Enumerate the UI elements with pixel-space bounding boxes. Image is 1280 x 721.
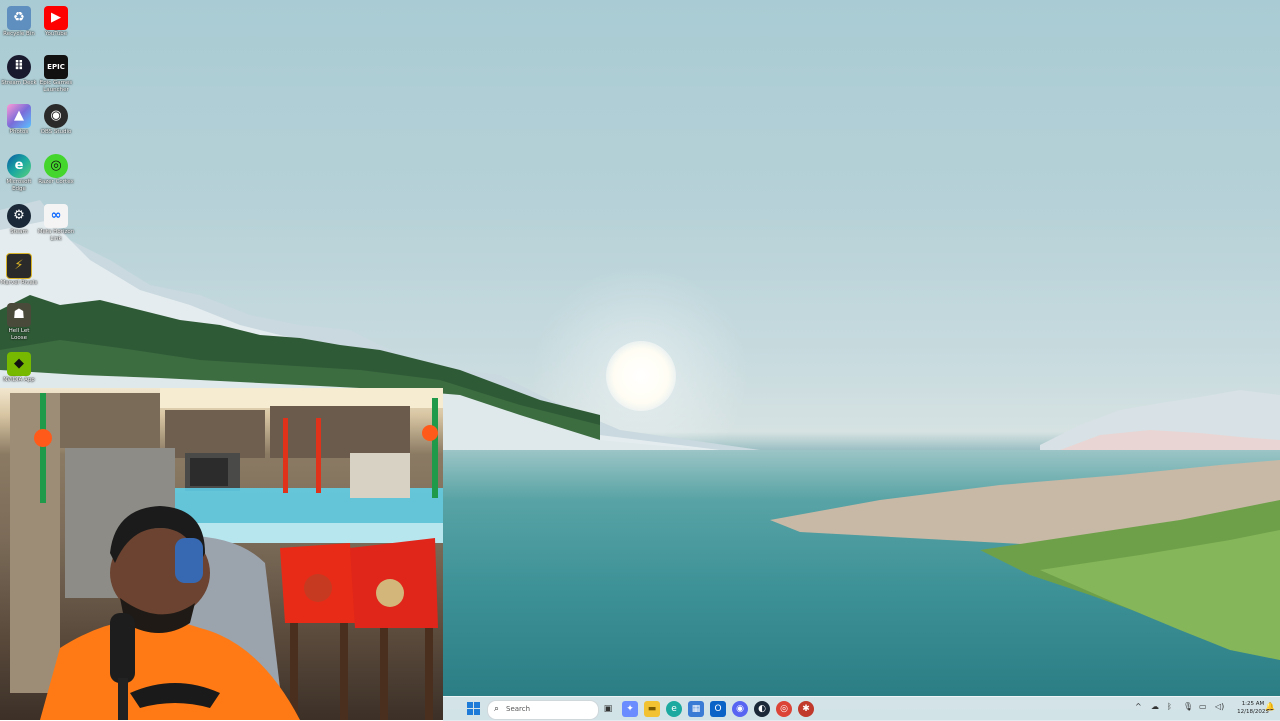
webcam-scene [10,388,443,720]
search-icon: ⌕ [494,704,500,714]
store-icon: ▦ [691,704,701,714]
steam-button[interactable]: ◐ [754,701,770,717]
desktop-icon-photos[interactable]: ▲ Photos [0,104,38,136]
microphone-icon[interactable]: 🎙 [1183,702,1193,711]
file-explorer-button[interactable]: ▬ [644,701,660,717]
outlook-icon: O [714,704,722,714]
extra-app-button[interactable]: ✱ [798,701,814,717]
task-view-button[interactable]: ▣ [600,701,616,717]
search-placeholder: Search [506,705,531,713]
photos-icon: ▲ [7,104,31,128]
desktop-icon-stream-deck[interactable]: ⠿ Stream Deck [0,55,38,87]
cloud-icon[interactable]: ☁ [1151,702,1159,711]
desktop-icon-razer-cortex[interactable]: ◎ Razer Cortex [37,154,75,186]
volume-icon[interactable]: ◁) [1215,702,1224,711]
desktop-icons: ♻ Recycle Bin ▶ YouTube ⠿ Stream Deck EP… [0,0,80,390]
nvidia-icon: ◆ [7,352,31,376]
taskbar-search[interactable]: ⌕ Search [487,700,599,720]
desktop-icon-nvidia[interactable]: ◆ NVIDIA App [0,352,38,384]
desktop-icon-edge[interactable]: e Microsoft Edge [0,154,38,193]
network-icon[interactable]: ▭ [1199,702,1207,711]
epic-games-icon: EPIC [44,55,68,79]
taskbar: ⌕ Search ▣ ✦ ▬ e ▦ O ◉ ◐ ◎ ✱ ^ ☁ ᛒ 🎙 ▭ ◁… [443,696,1280,721]
store-button[interactable]: ▦ [688,701,704,717]
obs-icon: ◉ [44,104,68,128]
bluetooth-icon[interactable]: ᛒ [1167,702,1172,711]
desktop-icon-meta[interactable]: ∞ Meta Horizon Link [37,204,75,243]
folder-icon: ▬ [647,704,657,714]
chrome-icon: ◎ [780,704,788,714]
outlook-button[interactable]: O [710,701,726,717]
discord-icon: ◉ [736,704,744,714]
razer-cortex-icon: ◎ [44,154,68,178]
discord-button[interactable]: ◉ [732,701,748,717]
marvel-rivals-icon: ⚡ [6,253,32,279]
desktop-icon-youtube[interactable]: ▶ YouTube [37,6,75,38]
desktop-icon-recycle-bin[interactable]: ♻ Recycle Bin [0,6,38,38]
task-view-icon: ▣ [603,704,613,714]
steam-icon: ◐ [758,704,766,714]
recycle-bin-icon: ♻ [7,6,31,30]
desktop-icon-steam[interactable]: ⚙ Steam [0,204,38,236]
chrome-button[interactable]: ◎ [776,701,792,717]
windows-logo-icon [467,702,473,708]
steam-icon: ⚙ [7,204,31,228]
app-icon: ✱ [802,704,810,714]
edge-icon: e [7,154,31,178]
webcam-overlay [0,388,443,720]
desktop-icon-marvel-rivals[interactable]: ⚡ Marvel Rivals [0,253,38,287]
copilot-button[interactable]: ✦ [622,701,638,717]
desktop-icon-hell-let-loose[interactable]: ☗ Hell Let Loose [0,303,38,342]
edge-button[interactable]: e [666,701,682,717]
start-button[interactable] [467,702,481,716]
edge-icon: e [671,704,677,714]
desktop-icon-obs[interactable]: ◉ OBS Studio [37,104,75,136]
right-mountains [1040,390,1280,460]
youtube-icon: ▶ [44,6,68,30]
stream-deck-icon: ⠿ [7,55,31,79]
copilot-icon: ✦ [626,704,634,714]
notification-bell-icon[interactable]: 🔔 [1265,702,1275,711]
hell-let-loose-icon: ☗ [7,303,31,327]
desktop-icon-epic-games[interactable]: EPIC Epic Games Launcher [37,55,75,94]
tray-overflow-chevron-icon[interactable]: ^ [1135,702,1142,711]
meta-icon: ∞ [44,204,68,228]
grass-shore [770,460,1280,660]
